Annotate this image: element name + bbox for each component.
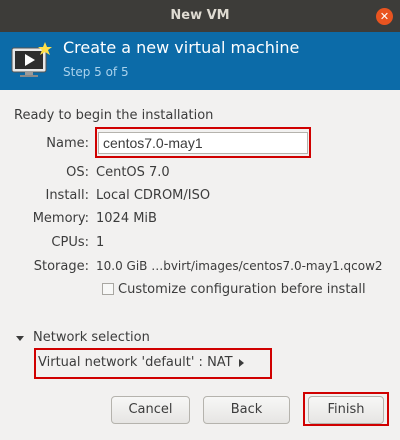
storage-label: Storage:	[33, 259, 89, 274]
name-label: Name:	[46, 136, 89, 151]
network-expander[interactable]: Network selection	[33, 330, 150, 345]
close-icon[interactable]: ✕	[380, 10, 389, 23]
monitor-play-icon	[11, 42, 52, 77]
header-banner: Create a new virtual machine Step 5 of 5	[0, 32, 400, 90]
customize-checkbox[interactable]	[102, 283, 114, 295]
memory-value: 1024 MiB	[96, 211, 157, 226]
expander-arrow-icon[interactable]	[16, 336, 24, 341]
title-bar: New VM ✕	[0, 0, 400, 32]
network-selector[interactable]: Virtual network 'default' : NAT	[38, 353, 244, 375]
cpus-value: 1	[96, 235, 105, 250]
expand-right-icon	[238, 358, 244, 367]
os-value: CentOS 7.0	[96, 165, 170, 180]
memory-label: Memory:	[32, 211, 89, 226]
close-button[interactable]: ✕	[376, 8, 393, 25]
window-title: New VM	[170, 8, 230, 23]
name-input[interactable]	[98, 132, 308, 154]
banner-title: Create a new virtual machine	[63, 38, 300, 57]
cancel-button[interactable]: Cancel	[111, 396, 190, 424]
os-label: OS:	[66, 165, 89, 180]
section-heading: Ready to begin the installation	[14, 108, 214, 123]
storage-value: 10.0 GiB …bvirt/images/centos7.0-may1.qc…	[96, 259, 383, 274]
customize-label[interactable]: Customize configuration before install	[118, 282, 366, 297]
cpus-label: CPUs:	[51, 235, 89, 250]
network-selection-label: Virtual network 'default' : NAT	[38, 355, 233, 370]
install-value: Local CDROM/ISO	[96, 188, 211, 203]
finish-button[interactable]: Finish	[308, 396, 384, 424]
install-label: Install:	[45, 188, 89, 203]
storage-path: 10.0 GiB …bvirt/images/centos7.0-may1.qc…	[96, 259, 383, 273]
back-button[interactable]: Back	[203, 396, 290, 424]
step-indicator: Step 5 of 5	[63, 65, 129, 79]
